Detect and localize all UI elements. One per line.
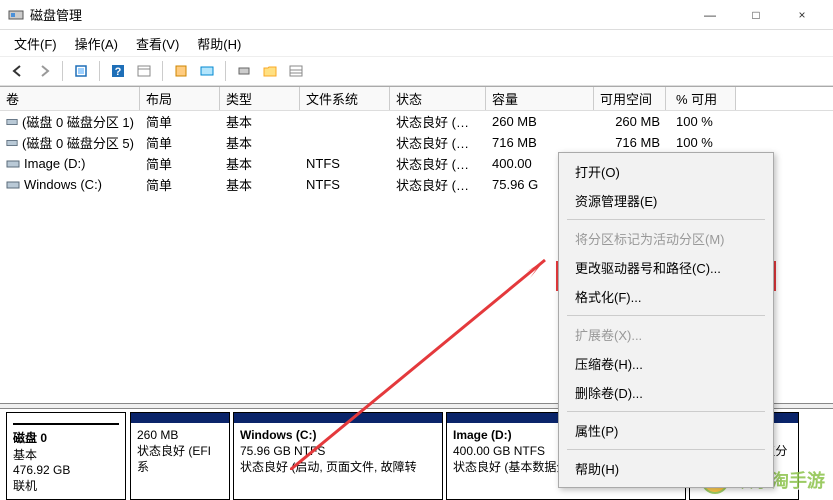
separator (162, 61, 163, 81)
cell-layout: 简单 (140, 153, 220, 174)
cell-capacity: 716 MB (486, 134, 594, 151)
menu-action[interactable]: 操作(A) (67, 31, 126, 56)
ctx-shrink[interactable]: 压缩卷(H)... (561, 349, 771, 378)
partition-status: 状态良好 (启动, 页面文件, 故障转 (240, 459, 436, 475)
ctx-open[interactable]: 打开(O) (561, 157, 771, 186)
settings-icon[interactable] (169, 59, 193, 83)
cell-layout: 简单 (140, 111, 220, 132)
cell-type: 基本 (220, 153, 300, 174)
cell-layout: 简单 (140, 132, 220, 153)
ctx-properties[interactable]: 属性(P) (561, 416, 771, 445)
cell-volume: (磁盘 0 磁盘分区 1) (0, 111, 140, 132)
ctx-explorer[interactable]: 资源管理器(E) (561, 186, 771, 215)
forward-button[interactable] (32, 59, 56, 83)
partition-block[interactable]: 260 MB状态良好 (EFI 系 (130, 412, 230, 500)
ctx-delete[interactable]: 删除卷(D)... (561, 378, 771, 407)
help-icon[interactable]: ? (106, 59, 130, 83)
view-icon[interactable] (132, 59, 156, 83)
ctx-extend: 扩展卷(X)... (561, 320, 771, 349)
table-row[interactable]: (磁盘 0 磁盘分区 1)简单基本状态良好 (…260 MB260 MB100 … (0, 111, 833, 132)
cell-fs (300, 121, 390, 123)
cell-free: 260 MB (594, 113, 666, 130)
separator (567, 411, 765, 412)
table-row[interactable]: (磁盘 0 磁盘分区 5)简单基本状态良好 (…716 MB716 MB100 … (0, 132, 833, 153)
separator (225, 61, 226, 81)
partition-status: 状态良好 (EFI 系 (137, 443, 223, 475)
cell-type: 基本 (220, 111, 300, 132)
separator (62, 61, 63, 81)
disk-type: 基本 (13, 446, 119, 463)
col-filesystem[interactable]: 文件系统 (300, 87, 390, 110)
col-status[interactable]: 状态 (390, 87, 486, 110)
app-icon (8, 7, 24, 23)
cell-fs: NTFS (300, 176, 390, 193)
partition-size: 260 MB (137, 427, 223, 443)
list-icon[interactable] (284, 59, 308, 83)
disk-icon[interactable] (232, 59, 256, 83)
cell-volume: Windows (C:) (0, 176, 140, 193)
titlebar: 磁盘管理 — □ × (0, 0, 833, 30)
col-capacity[interactable]: 容量 (486, 87, 594, 110)
cell-type: 基本 (220, 132, 300, 153)
ctx-change-drive[interactable]: 更改驱动器号和路径(C)... (561, 253, 771, 282)
svg-text:?: ? (115, 66, 122, 78)
ctx-help[interactable]: 帮助(H) (561, 454, 771, 483)
col-type[interactable]: 类型 (220, 87, 300, 110)
separator (567, 219, 765, 220)
col-free[interactable]: 可用空间 (594, 87, 666, 110)
window-title: 磁盘管理 (30, 5, 687, 24)
minimize-button[interactable]: — (687, 0, 733, 30)
cell-status: 状态良好 (… (390, 111, 486, 132)
cell-status: 状态良好 (… (390, 132, 486, 153)
cell-layout: 简单 (140, 174, 220, 195)
disk-name: 磁盘 0 (13, 429, 119, 446)
toolbar: ? (0, 56, 833, 86)
ctx-mark-active: 将分区标记为活动分区(M) (561, 224, 771, 253)
folder-icon[interactable] (258, 59, 282, 83)
volume-icon (6, 116, 18, 128)
menubar: 文件(F) 操作(A) 查看(V) 帮助(H) (0, 30, 833, 56)
menu-help[interactable]: 帮助(H) (189, 31, 249, 56)
partition-size: 75.96 GB NTFS (240, 443, 436, 459)
disk-size: 476.92 GB (13, 463, 119, 477)
cell-fs (300, 142, 390, 144)
back-button[interactable] (6, 59, 30, 83)
cell-capacity: 260 MB (486, 113, 594, 130)
volume-icon (6, 158, 20, 170)
action-icon[interactable] (195, 59, 219, 83)
context-menu: 打开(O) 资源管理器(E) 将分区标记为活动分区(M) 更改驱动器号和路径(C… (558, 152, 774, 488)
volume-icon (6, 137, 18, 149)
cell-fs: NTFS (300, 155, 390, 172)
cell-type: 基本 (220, 174, 300, 195)
disk-info[interactable]: 磁盘 0 基本 476.92 GB 联机 (6, 412, 126, 500)
close-button[interactable]: × (779, 0, 825, 30)
col-layout[interactable]: 布局 (140, 87, 220, 110)
separator (99, 61, 100, 81)
partition-title: Windows (C:) (240, 427, 436, 443)
separator (567, 449, 765, 450)
cell-volume: (磁盘 0 磁盘分区 5) (0, 132, 140, 153)
menu-file[interactable]: 文件(F) (6, 31, 65, 56)
cell-status: 状态良好 (… (390, 153, 486, 174)
cell-status: 状态良好 (… (390, 174, 486, 195)
cell-free: 716 MB (594, 134, 666, 151)
separator (567, 315, 765, 316)
ctx-format[interactable]: 格式化(F)... (561, 282, 771, 311)
cell-percent: 100 % (666, 134, 736, 151)
disk-status: 联机 (13, 477, 119, 494)
partition-block[interactable]: Windows (C:)75.96 GB NTFS状态良好 (启动, 页面文件,… (233, 412, 443, 500)
col-percent[interactable]: % 可用 (666, 87, 736, 110)
cell-percent: 100 % (666, 113, 736, 130)
col-volume[interactable]: 卷 (0, 87, 140, 110)
maximize-button[interactable]: □ (733, 0, 779, 30)
menu-view[interactable]: 查看(V) (128, 31, 187, 56)
volume-icon (6, 179, 20, 191)
refresh-icon[interactable] (69, 59, 93, 83)
table-header: 卷 布局 类型 文件系统 状态 容量 可用空间 % 可用 (0, 87, 833, 111)
cell-volume: Image (D:) (0, 155, 140, 172)
